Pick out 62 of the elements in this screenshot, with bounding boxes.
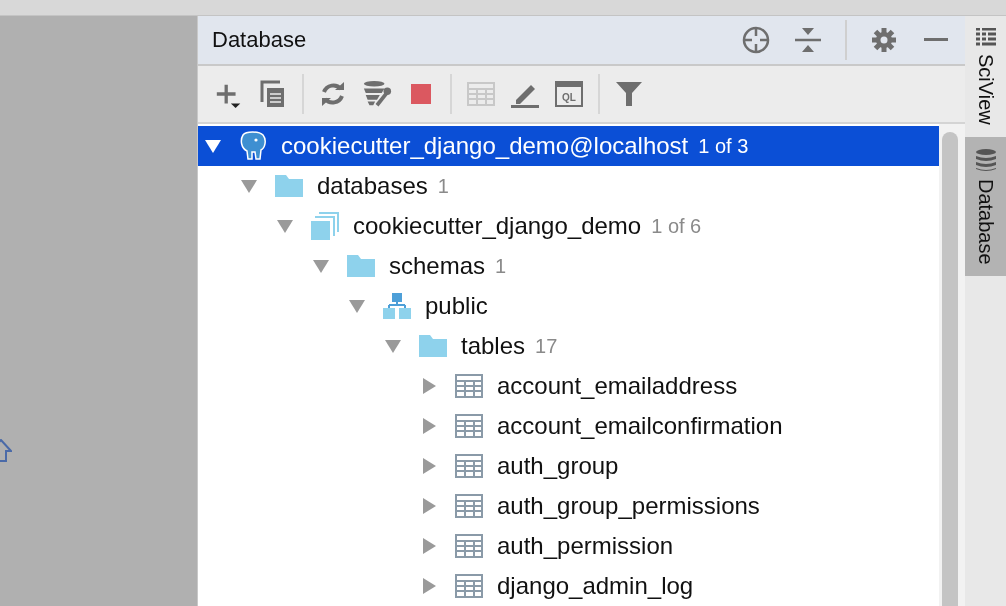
tree-item[interactable]: cookiecutter_django_demo@localhost 1 of 3 xyxy=(198,126,939,166)
tree-item[interactable]: tables 17 xyxy=(198,326,939,366)
tree-item[interactable]: account_emailaddress xyxy=(198,366,939,406)
settings-icon xyxy=(871,27,897,53)
minimize-icon xyxy=(924,38,948,42)
table-icon xyxy=(455,494,483,518)
folder-icon xyxy=(347,255,375,277)
settings-button[interactable] xyxy=(869,25,899,55)
table-icon xyxy=(467,82,495,106)
tree-item[interactable]: databases 1 xyxy=(198,166,939,206)
tree-item-label: cookiecutter_django_demo xyxy=(353,212,642,240)
properties-button[interactable] xyxy=(362,79,392,109)
collapse-icon xyxy=(795,27,821,53)
grid-icon xyxy=(975,28,996,46)
tree-item[interactable]: auth_group_permissions xyxy=(198,486,939,526)
tree-item-label: auth_permission xyxy=(497,532,674,560)
tree-item-label: auth_group_permissions xyxy=(497,492,760,520)
filter-button[interactable] xyxy=(614,79,644,109)
database-icon xyxy=(975,148,996,171)
item-count: 17 xyxy=(535,334,558,358)
schema-icon xyxy=(383,293,411,319)
console-button[interactable]: QL xyxy=(554,79,584,109)
tree-item[interactable]: cookiecutter_django_demo 1 of 6 xyxy=(198,206,939,246)
tree-item-label: account_emailconfirmation xyxy=(497,412,783,440)
tree-item-label: auth_group xyxy=(497,452,619,480)
tree-item-label: cookiecutter_django_demo@localhost xyxy=(281,132,689,160)
tree-item-label: databases xyxy=(317,172,428,200)
table-icon xyxy=(455,374,483,398)
database-wrench-icon xyxy=(362,79,392,109)
tree-item-label: public xyxy=(425,292,488,320)
elephant-icon xyxy=(239,131,267,161)
table-icon xyxy=(455,574,483,598)
item-count: 1 xyxy=(437,174,449,198)
crosshair-icon xyxy=(742,26,770,54)
scrollbar-thumb[interactable] xyxy=(942,132,958,606)
copy-icon xyxy=(260,80,286,108)
item-count: 1 xyxy=(495,254,507,278)
folder-icon xyxy=(419,335,447,357)
item-count: 1 of 3 xyxy=(698,134,749,158)
database-icon xyxy=(311,212,339,240)
collapse-button[interactable] xyxy=(793,25,823,55)
table-icon xyxy=(455,414,483,438)
table-icon xyxy=(455,534,483,558)
locate-button[interactable] xyxy=(741,25,771,55)
side-tab[interactable]: Database xyxy=(965,136,1006,277)
stop-icon xyxy=(411,84,431,104)
tree-item[interactable]: auth_permission xyxy=(198,526,939,566)
tree-item[interactable]: public xyxy=(198,286,939,326)
tree-item-label: tables xyxy=(461,332,526,360)
filter-icon xyxy=(616,82,642,106)
item-count: 1 of 6 xyxy=(651,214,702,238)
refresh-icon xyxy=(319,80,347,108)
folder-icon xyxy=(275,175,303,197)
tree-item-label: account_emailaddress xyxy=(497,372,738,400)
tree-item[interactable]: auth_group xyxy=(198,446,939,486)
tree-item[interactable]: account_emailconfirmation xyxy=(198,406,939,446)
table-icon xyxy=(455,454,483,478)
tree-item-label: schemas xyxy=(389,252,486,280)
panel-title: Database xyxy=(212,27,308,53)
tree-item[interactable]: schemas 1 xyxy=(198,246,939,286)
tree-item[interactable]: django_admin_log xyxy=(198,566,939,606)
tree-item-label: django_admin_log xyxy=(497,572,694,600)
